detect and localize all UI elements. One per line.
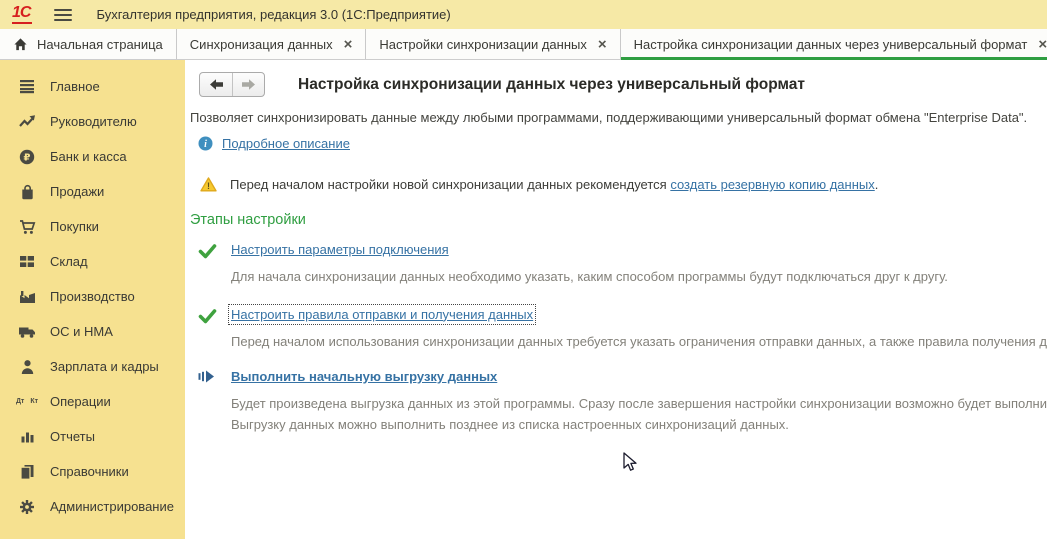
sidebar-item-label: Склад bbox=[50, 254, 88, 269]
sidebar-item-label: Администрирование bbox=[50, 499, 174, 514]
sidebar-item-purchases[interactable]: Покупки bbox=[0, 209, 185, 244]
back-button[interactable] bbox=[200, 73, 232, 96]
sidebar-item-warehouse[interactable]: Склад bbox=[0, 244, 185, 279]
tab-universal-format-setup[interactable]: Настройка синхронизации данных через уни… bbox=[621, 29, 1047, 59]
detailed-description-link[interactable]: Подробное описание bbox=[222, 136, 350, 151]
sidebar-item-label: Банк и касса bbox=[50, 149, 127, 164]
next-step-icon bbox=[198, 369, 218, 433]
initial-upload-link[interactable]: Выполнить начальную выгрузку данных bbox=[231, 369, 497, 384]
step-description: Для начала синхронизации данных необходи… bbox=[231, 268, 948, 286]
warning-text-before: Перед началом настройки новой синхрониза… bbox=[230, 177, 667, 192]
tab-sync-settings[interactable]: Настройки синхронизации данных × bbox=[366, 29, 620, 59]
shopping-bag-icon bbox=[18, 183, 36, 200]
sidebar-item-directories[interactable]: Справочники bbox=[0, 454, 185, 489]
1c-logo-icon: 1С bbox=[12, 5, 32, 24]
window-title: Бухгалтерия предприятия, редакция 3.0 (1… bbox=[96, 7, 450, 22]
warning-text: Перед началом настройки новой синхрониза… bbox=[230, 177, 878, 192]
info-icon: i bbox=[198, 136, 213, 151]
check-icon bbox=[198, 242, 218, 286]
1c-logo-text: 1С bbox=[12, 5, 32, 24]
person-icon bbox=[18, 358, 36, 375]
sidebar-item-label: Главное bbox=[50, 79, 100, 94]
forward-button[interactable] bbox=[232, 73, 264, 96]
factory-icon bbox=[18, 288, 36, 305]
tab-home[interactable]: Начальная страница bbox=[0, 29, 177, 59]
boxes-grid-icon bbox=[18, 253, 36, 270]
close-tab-icon[interactable]: × bbox=[344, 37, 353, 52]
dt-kt-icon: Дт Кт bbox=[18, 393, 36, 410]
tab-label: Настройки синхронизации данных bbox=[379, 37, 587, 52]
shopping-cart-icon bbox=[18, 218, 36, 235]
trend-up-icon bbox=[18, 113, 36, 130]
gear-icon bbox=[18, 498, 36, 515]
sidebar-item-label: Операции bbox=[50, 394, 111, 409]
sidebar-item-label: Зарплата и кадры bbox=[50, 359, 159, 374]
svg-text:!: ! bbox=[207, 181, 210, 191]
sidebar-item-reports[interactable]: Отчеты bbox=[0, 419, 185, 454]
close-tab-icon[interactable]: × bbox=[598, 37, 607, 52]
sidebar-item-administration[interactable]: Администрирование bbox=[0, 489, 185, 524]
sidebar-item-main[interactable]: Главное bbox=[0, 69, 185, 104]
backup-link[interactable]: создать резервную копию данных bbox=[670, 177, 874, 192]
sidebar-item-label: Руководителю bbox=[50, 114, 137, 129]
history-nav bbox=[199, 72, 265, 97]
tab-label: Синхронизация данных bbox=[190, 37, 333, 52]
sidebar-item-fixed-assets[interactable]: ОС и НМА bbox=[0, 314, 185, 349]
step-connection-params: Настроить параметры подключения Для нача… bbox=[198, 242, 1047, 286]
tab-label: Настройка синхронизации данных через уни… bbox=[634, 37, 1028, 52]
step-send-receive-rules: Настроить правила отправки и получения д… bbox=[198, 307, 1047, 351]
sidebar-item-manager[interactable]: Руководителю bbox=[0, 104, 185, 139]
configure-rules-link[interactable]: Настроить правила отправки и получения д… bbox=[231, 307, 533, 322]
configure-connection-link[interactable]: Настроить параметры подключения bbox=[231, 242, 449, 257]
check-icon bbox=[198, 307, 218, 351]
tab-bar: Начальная страница Синхронизация данных … bbox=[0, 29, 1047, 60]
close-tab-icon[interactable]: × bbox=[1038, 37, 1047, 52]
warning-icon: ! bbox=[200, 177, 217, 192]
sidebar-item-sales[interactable]: Продажи bbox=[0, 174, 185, 209]
sidebar-item-label: Продажи bbox=[50, 184, 104, 199]
books-icon bbox=[18, 463, 36, 480]
sidebar-item-operations[interactable]: Дт Кт Операции bbox=[0, 384, 185, 419]
sidebar-item-label: Справочники bbox=[50, 464, 129, 479]
kt-label: Кт bbox=[30, 398, 38, 405]
step-description: Выгрузку данных можно выполнить позднее … bbox=[231, 416, 1047, 434]
sidebar-item-label: Покупки bbox=[50, 219, 99, 234]
steps-heading: Этапы настройки bbox=[190, 212, 1047, 228]
main-content: Настройка синхронизации данных через уни… bbox=[185, 60, 1047, 539]
step-description: Перед началом использования синхронизаци… bbox=[231, 333, 1047, 351]
intro-text: Позволяет синхронизировать данные между … bbox=[190, 110, 1047, 125]
section-sidebar: Главное Руководителю ₽ Банк и касса Прод… bbox=[0, 60, 185, 539]
menu-lines-icon bbox=[18, 78, 36, 95]
ruble-circle-icon: ₽ bbox=[18, 148, 36, 165]
truck-icon bbox=[18, 323, 36, 340]
sidebar-item-label: Отчеты bbox=[50, 429, 95, 444]
step-initial-upload: Выполнить начальную выгрузку данных Буде… bbox=[198, 369, 1047, 433]
title-bar: 1С Бухгалтерия предприятия, редакция 3.0… bbox=[0, 0, 1047, 29]
svg-text:i: i bbox=[204, 139, 207, 150]
warning-text-after: . bbox=[875, 177, 879, 192]
tab-label: Начальная страница bbox=[37, 37, 163, 52]
svg-text:₽: ₽ bbox=[24, 152, 31, 163]
bar-chart-icon bbox=[18, 428, 36, 445]
sidebar-item-production[interactable]: Производство bbox=[0, 279, 185, 314]
dt-label: Дт bbox=[16, 398, 24, 405]
sidebar-item-label: Производство bbox=[50, 289, 135, 304]
tab-sync-data[interactable]: Синхронизация данных × bbox=[177, 29, 367, 59]
sidebar-item-payroll-hr[interactable]: Зарплата и кадры bbox=[0, 349, 185, 384]
app-window: 1С Бухгалтерия предприятия, редакция 3.0… bbox=[0, 0, 1047, 539]
main-menu-icon[interactable] bbox=[54, 9, 72, 21]
sidebar-item-label: ОС и НМА bbox=[50, 324, 113, 339]
sidebar-item-bank-cash[interactable]: ₽ Банк и касса bbox=[0, 139, 185, 174]
page-title: Настройка синхронизации данных через уни… bbox=[298, 76, 805, 94]
step-description: Будет произведена выгрузка данных из это… bbox=[231, 395, 1047, 413]
home-icon bbox=[13, 37, 28, 52]
